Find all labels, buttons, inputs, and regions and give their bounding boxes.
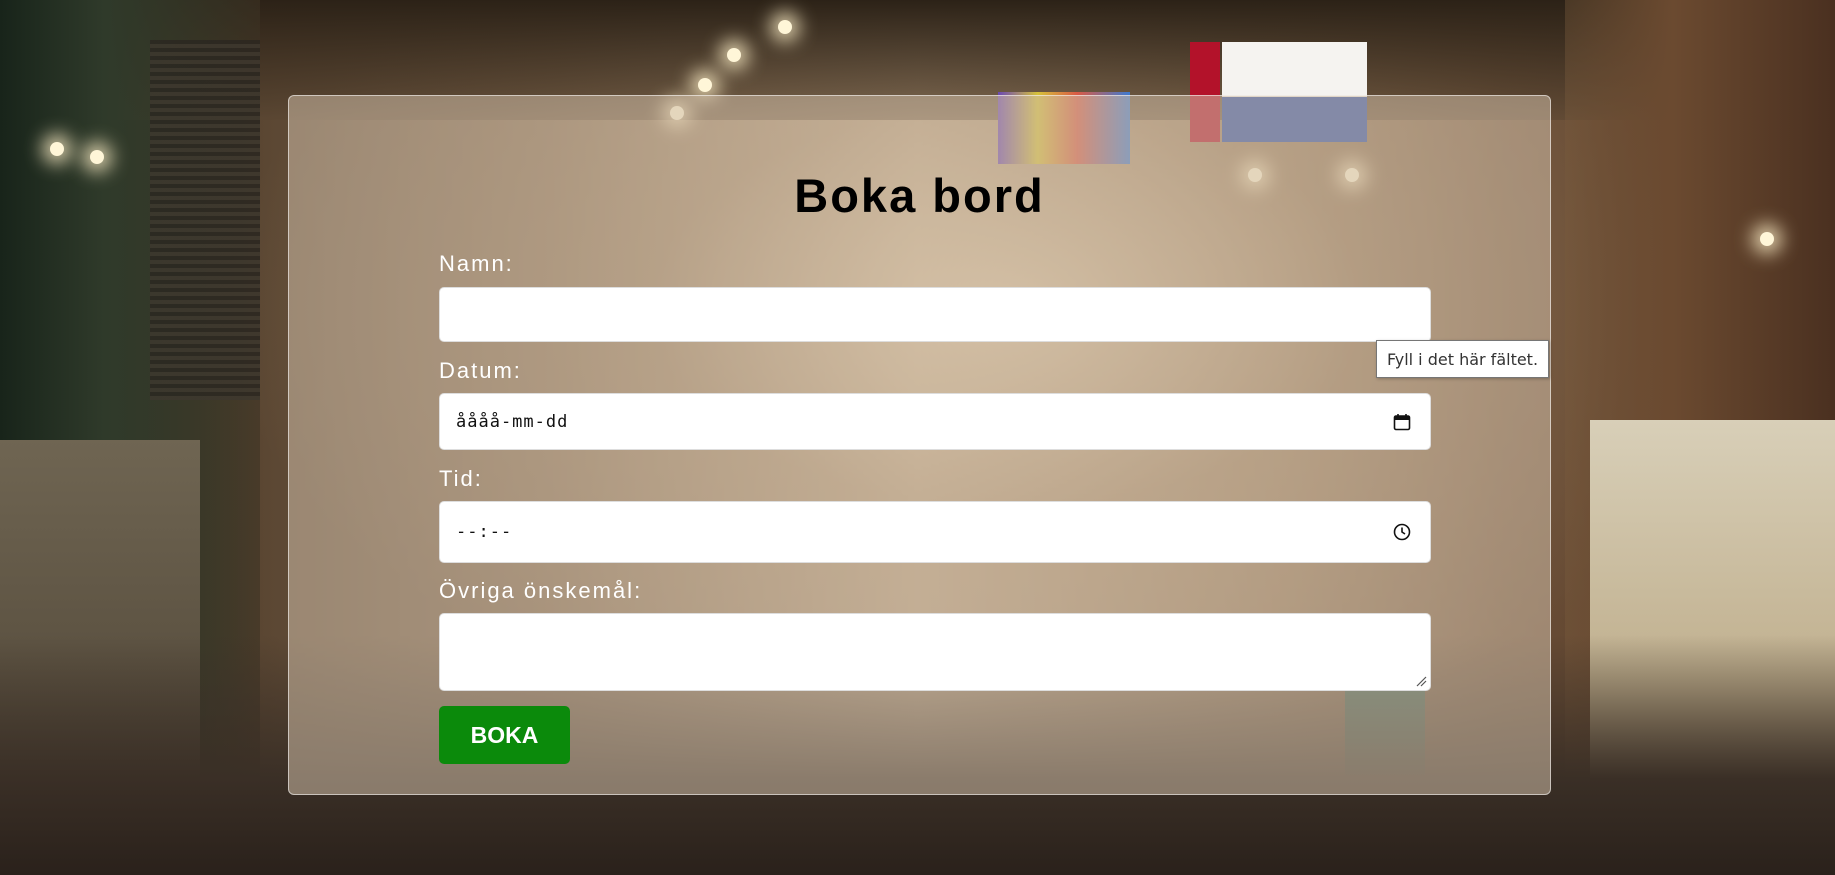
date-input[interactable]: åååå-mm-dd [439,393,1431,450]
resize-handle-icon[interactable] [1415,675,1427,687]
date-input-placeholder: åååå-mm-dd [456,411,569,432]
time-input-placeholder: --:-- [456,522,513,542]
validation-tooltip: Fyll i det här fältet. [1376,340,1550,378]
notes-textarea[interactable] [439,613,1431,691]
name-input[interactable] [439,287,1431,342]
time-input[interactable]: --:-- [439,501,1431,563]
time-label: Tid: [439,466,483,491]
date-label: Datum: [439,358,522,383]
boka-submit-button[interactable]: BOKA [439,706,570,764]
name-label: Namn: [439,251,514,276]
calendar-icon[interactable] [1392,412,1412,432]
booking-form: Boka bord Namn: Datum: åååå-mm-dd Tid: -… [288,95,1551,795]
notes-label: Övriga önskemål: [439,578,643,603]
page-title: Boka bord [794,169,1045,222]
clock-icon[interactable] [1392,522,1412,542]
